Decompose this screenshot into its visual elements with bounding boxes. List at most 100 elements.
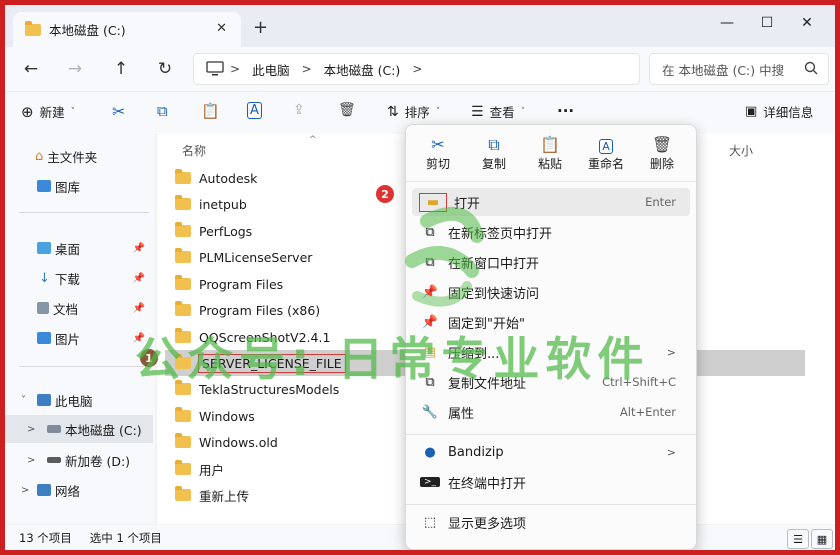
sidebar-item-label: 此电脑	[55, 393, 93, 409]
menu-item-bandizip[interactable]: ● Bandizip >	[412, 438, 690, 466]
chevron-right-icon: >	[27, 423, 36, 435]
sidebar-item-documents[interactable]: 文档 📌	[5, 294, 153, 322]
more-options-icon: ⬚	[423, 514, 437, 530]
sidebar-item-label: 图片	[55, 331, 81, 347]
details-button[interactable]: ▣ 详细信息	[745, 102, 813, 121]
paste-button[interactable]: 📋	[201, 102, 220, 120]
navigation-pane: ⌂ 主文件夹 图库 桌面 📌 ↓ 下载 📌 文档 📌 图片 📌 ˅ 此电脑 > …	[5, 134, 155, 524]
file-name: Windows	[199, 408, 255, 424]
rename-button[interactable]: A	[247, 102, 262, 119]
drive-icon	[47, 457, 61, 463]
sidebar-item-label: 新加卷 (D:)	[65, 453, 131, 469]
maximize-button[interactable]: ☐	[747, 11, 787, 35]
menu-item-open-terminal[interactable]: >_ 在终端中打开	[412, 468, 690, 496]
file-name: Program Files	[199, 276, 284, 292]
tab-local-disk[interactable]: 本地磁盘 (C:) ✕	[13, 12, 241, 47]
menu-item-shortcut: Alt+Enter	[619, 405, 676, 419]
menu-copy-button[interactable]: ⧉ 复制	[466, 135, 522, 172]
share-button[interactable]: ⇪	[293, 102, 305, 118]
breadcrumb[interactable]: > 此电脑 > 本地磁盘 (C:) >	[193, 53, 640, 85]
paste-icon: 📋	[201, 102, 220, 120]
sidebar-item-label: 桌面	[55, 241, 81, 257]
sidebar-item-network[interactable]: > 网络	[5, 476, 153, 504]
cut-button[interactable]: ✂	[112, 102, 125, 121]
menu-action-label: 复制	[481, 157, 506, 171]
folder-icon	[175, 407, 191, 422]
chevron-down-icon: ˅	[435, 106, 441, 117]
chevron-down-icon: ˅	[21, 394, 26, 406]
cut-icon: ✂	[431, 135, 445, 154]
sidebar-item-pictures[interactable]: 图片 📌	[5, 324, 153, 352]
sidebar-item-label: 文档	[53, 301, 79, 317]
minimize-button[interactable]: —	[707, 11, 747, 35]
tab-close-icon[interactable]: ✕	[216, 21, 227, 36]
chevron-right-icon: >	[21, 484, 30, 496]
chevron-right-icon: >	[666, 345, 676, 359]
more-button[interactable]: ···	[557, 102, 574, 120]
menu-item-properties[interactable]: 🔧 属性 Alt+Enter	[412, 398, 690, 426]
menu-action-label: 删除	[649, 157, 674, 171]
folder-icon	[175, 222, 191, 237]
file-name: 重新上传	[199, 488, 250, 504]
paste-icon: 📋	[540, 135, 560, 154]
menu-rename-button[interactable]: A 重命名	[578, 135, 634, 172]
cut-icon: ✂	[112, 102, 126, 121]
refresh-button[interactable]: ↻	[153, 57, 177, 81]
crumb-this-pc[interactable]: 此电脑	[252, 60, 290, 79]
menu-separator	[406, 434, 696, 435]
document-icon	[37, 302, 49, 314]
sidebar-item-label: 下载	[54, 271, 80, 287]
search-box[interactable]: 在 本地磁盘 (C:) 中搜	[649, 53, 829, 85]
folder-icon	[175, 195, 191, 210]
new-tab-button[interactable]: +	[253, 17, 268, 38]
column-header-name[interactable]: 名称	[182, 142, 206, 159]
chevron-right-icon: >	[666, 445, 676, 459]
chevron-down-icon: ˅	[70, 106, 76, 117]
sidebar-item-desktop[interactable]: 桌面 📌	[5, 234, 153, 262]
up-button[interactable]: ↑	[109, 57, 133, 81]
forward-button[interactable]: →	[63, 57, 87, 81]
rename-icon: A	[578, 135, 634, 155]
sort-button[interactable]: ⇅ 排序 ˅	[387, 102, 440, 121]
context-menu-actions: ✂ 剪切 ⧉ 复制 📋 粘贴 A 重命名 🗑 删除	[406, 125, 696, 182]
sidebar-item-downloads[interactable]: ↓ 下载 📌	[5, 264, 153, 292]
menu-item-label: 在终端中打开	[448, 476, 527, 492]
close-button[interactable]: ✕	[787, 11, 827, 35]
copy-button[interactable]: ⧉	[157, 102, 168, 120]
sidebar-item-gallery[interactable]: 图库	[5, 172, 153, 200]
back-button[interactable]: ←	[19, 57, 43, 81]
terminal-icon: >_	[420, 477, 440, 487]
details-view-icon[interactable]: ☰	[787, 529, 809, 549]
sort-arrow-icon: ^	[309, 135, 317, 145]
menu-cut-button[interactable]: ✂ 剪切	[410, 135, 466, 172]
new-label: 新建	[39, 105, 65, 120]
menu-delete-button[interactable]: 🗑 删除	[634, 135, 690, 172]
sidebar-item-local-disk[interactable]: > 本地磁盘 (C:)	[5, 415, 153, 443]
menu-action-label: 粘贴	[537, 157, 562, 171]
menu-item-show-more[interactable]: ⬚ 显示更多选项	[412, 508, 690, 536]
chevron-right-icon: >	[230, 62, 241, 76]
view-label: 查看	[489, 105, 515, 120]
annotation-badge-2: 2	[376, 185, 394, 203]
tiles-view-icon[interactable]: ▦	[811, 529, 833, 549]
menu-item-label: 属性	[448, 406, 475, 422]
delete-button[interactable]: 🗑	[338, 102, 356, 118]
sidebar-item-new-volume[interactable]: > 新加卷 (D:)	[5, 446, 153, 474]
plus-circle-icon: ⊕	[21, 102, 34, 121]
sidebar-item-this-pc[interactable]: ˅ 此电脑	[5, 386, 153, 414]
delete-icon: 🗑	[338, 102, 356, 118]
pin-icon: 📌	[132, 302, 145, 314]
wrench-icon: 🔧	[421, 404, 439, 420]
menu-paste-button[interactable]: 📋 粘贴	[522, 135, 578, 172]
sidebar-divider	[19, 366, 149, 367]
crumb-local-disk[interactable]: 本地磁盘 (C:)	[324, 60, 401, 79]
column-header-size[interactable]: 大小	[729, 142, 753, 159]
sidebar-item-label: 主文件夹	[47, 149, 98, 165]
pin-icon: 📌	[132, 242, 145, 254]
new-button[interactable]: ⊕ 新建 ˅	[21, 102, 75, 121]
sidebar-item-home[interactable]: ⌂ 主文件夹	[5, 142, 153, 170]
view-button[interactable]: ☰ 查看 ˅	[471, 102, 525, 121]
drive-icon	[47, 425, 61, 433]
sidebar-item-label: 网络	[55, 483, 81, 499]
bandizip-icon: ●	[424, 444, 436, 460]
